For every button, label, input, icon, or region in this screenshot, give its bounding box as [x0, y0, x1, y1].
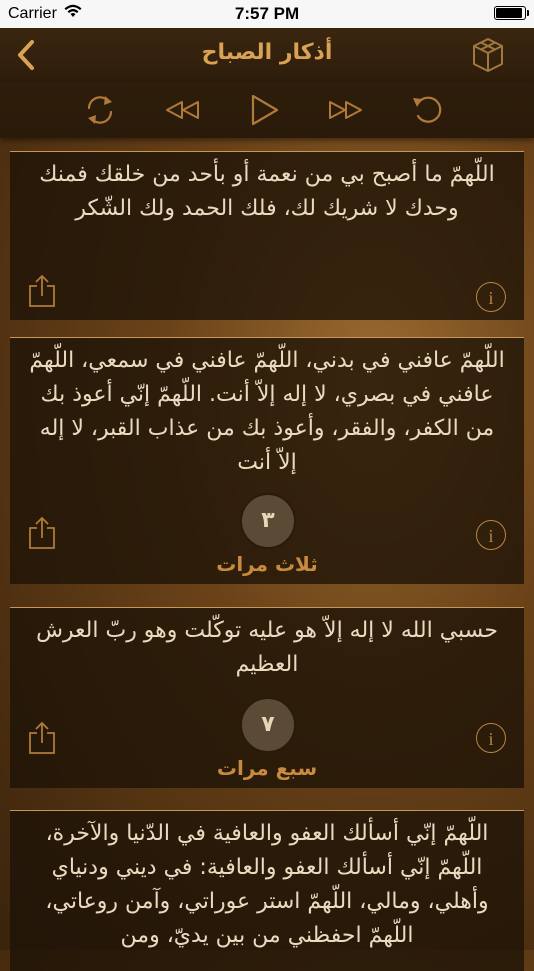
- status-bar: Carrier 7:57 PM: [0, 0, 534, 28]
- box-icon[interactable]: [470, 36, 506, 74]
- nav-bar: أذكار الصباح: [0, 28, 534, 83]
- undo-icon[interactable]: [409, 92, 447, 128]
- zikr-card: اللّهمّ إنّي أسألك العفو والعافية في الد…: [10, 810, 524, 971]
- counter-button[interactable]: ٣: [240, 493, 296, 549]
- page-title: أذكار الصباح: [201, 40, 333, 65]
- zikr-card: حسبي الله لا إله إلاّ هو عليه توكّلت وهو…: [10, 607, 524, 788]
- zikr-card: اللّهمّ ما أصبح بي من نعمة أو بأحد من خل…: [10, 151, 524, 320]
- repeat-icon[interactable]: [81, 92, 119, 128]
- zikr-text: اللّهمّ عافني في بدني، اللّهمّ عافني في …: [29, 348, 505, 475]
- info-icon[interactable]: i: [476, 282, 506, 312]
- repeat-count-label: سبع مرات: [216, 756, 318, 780]
- zikr-text: حسبي الله لا إله إلاّ هو عليه توكّلت وهو…: [36, 618, 498, 677]
- status-time: 7:57 PM: [234, 4, 300, 23]
- fast-forward-icon[interactable]: [327, 92, 365, 128]
- battery-icon: [494, 6, 529, 20]
- share-icon[interactable]: [28, 721, 56, 755]
- zikr-card: اللّهمّ عافني في بدني، اللّهمّ عافني في …: [10, 337, 524, 584]
- counter-button[interactable]: ٧: [240, 697, 296, 753]
- share-icon[interactable]: [28, 516, 56, 550]
- player-toolbar: [0, 82, 534, 138]
- zikr-text: اللّهمّ ما أصبح بي من نعمة أو بأحد من خل…: [39, 162, 495, 221]
- repeat-count-label: ثلاث مرات: [216, 552, 318, 576]
- zikr-text: اللّهمّ إنّي أسألك العفو والعافية في الد…: [45, 821, 489, 948]
- rewind-icon[interactable]: [163, 92, 201, 128]
- share-icon[interactable]: [28, 274, 56, 308]
- play-icon[interactable]: [245, 92, 283, 128]
- info-icon[interactable]: i: [476, 520, 506, 550]
- info-icon[interactable]: i: [476, 723, 506, 753]
